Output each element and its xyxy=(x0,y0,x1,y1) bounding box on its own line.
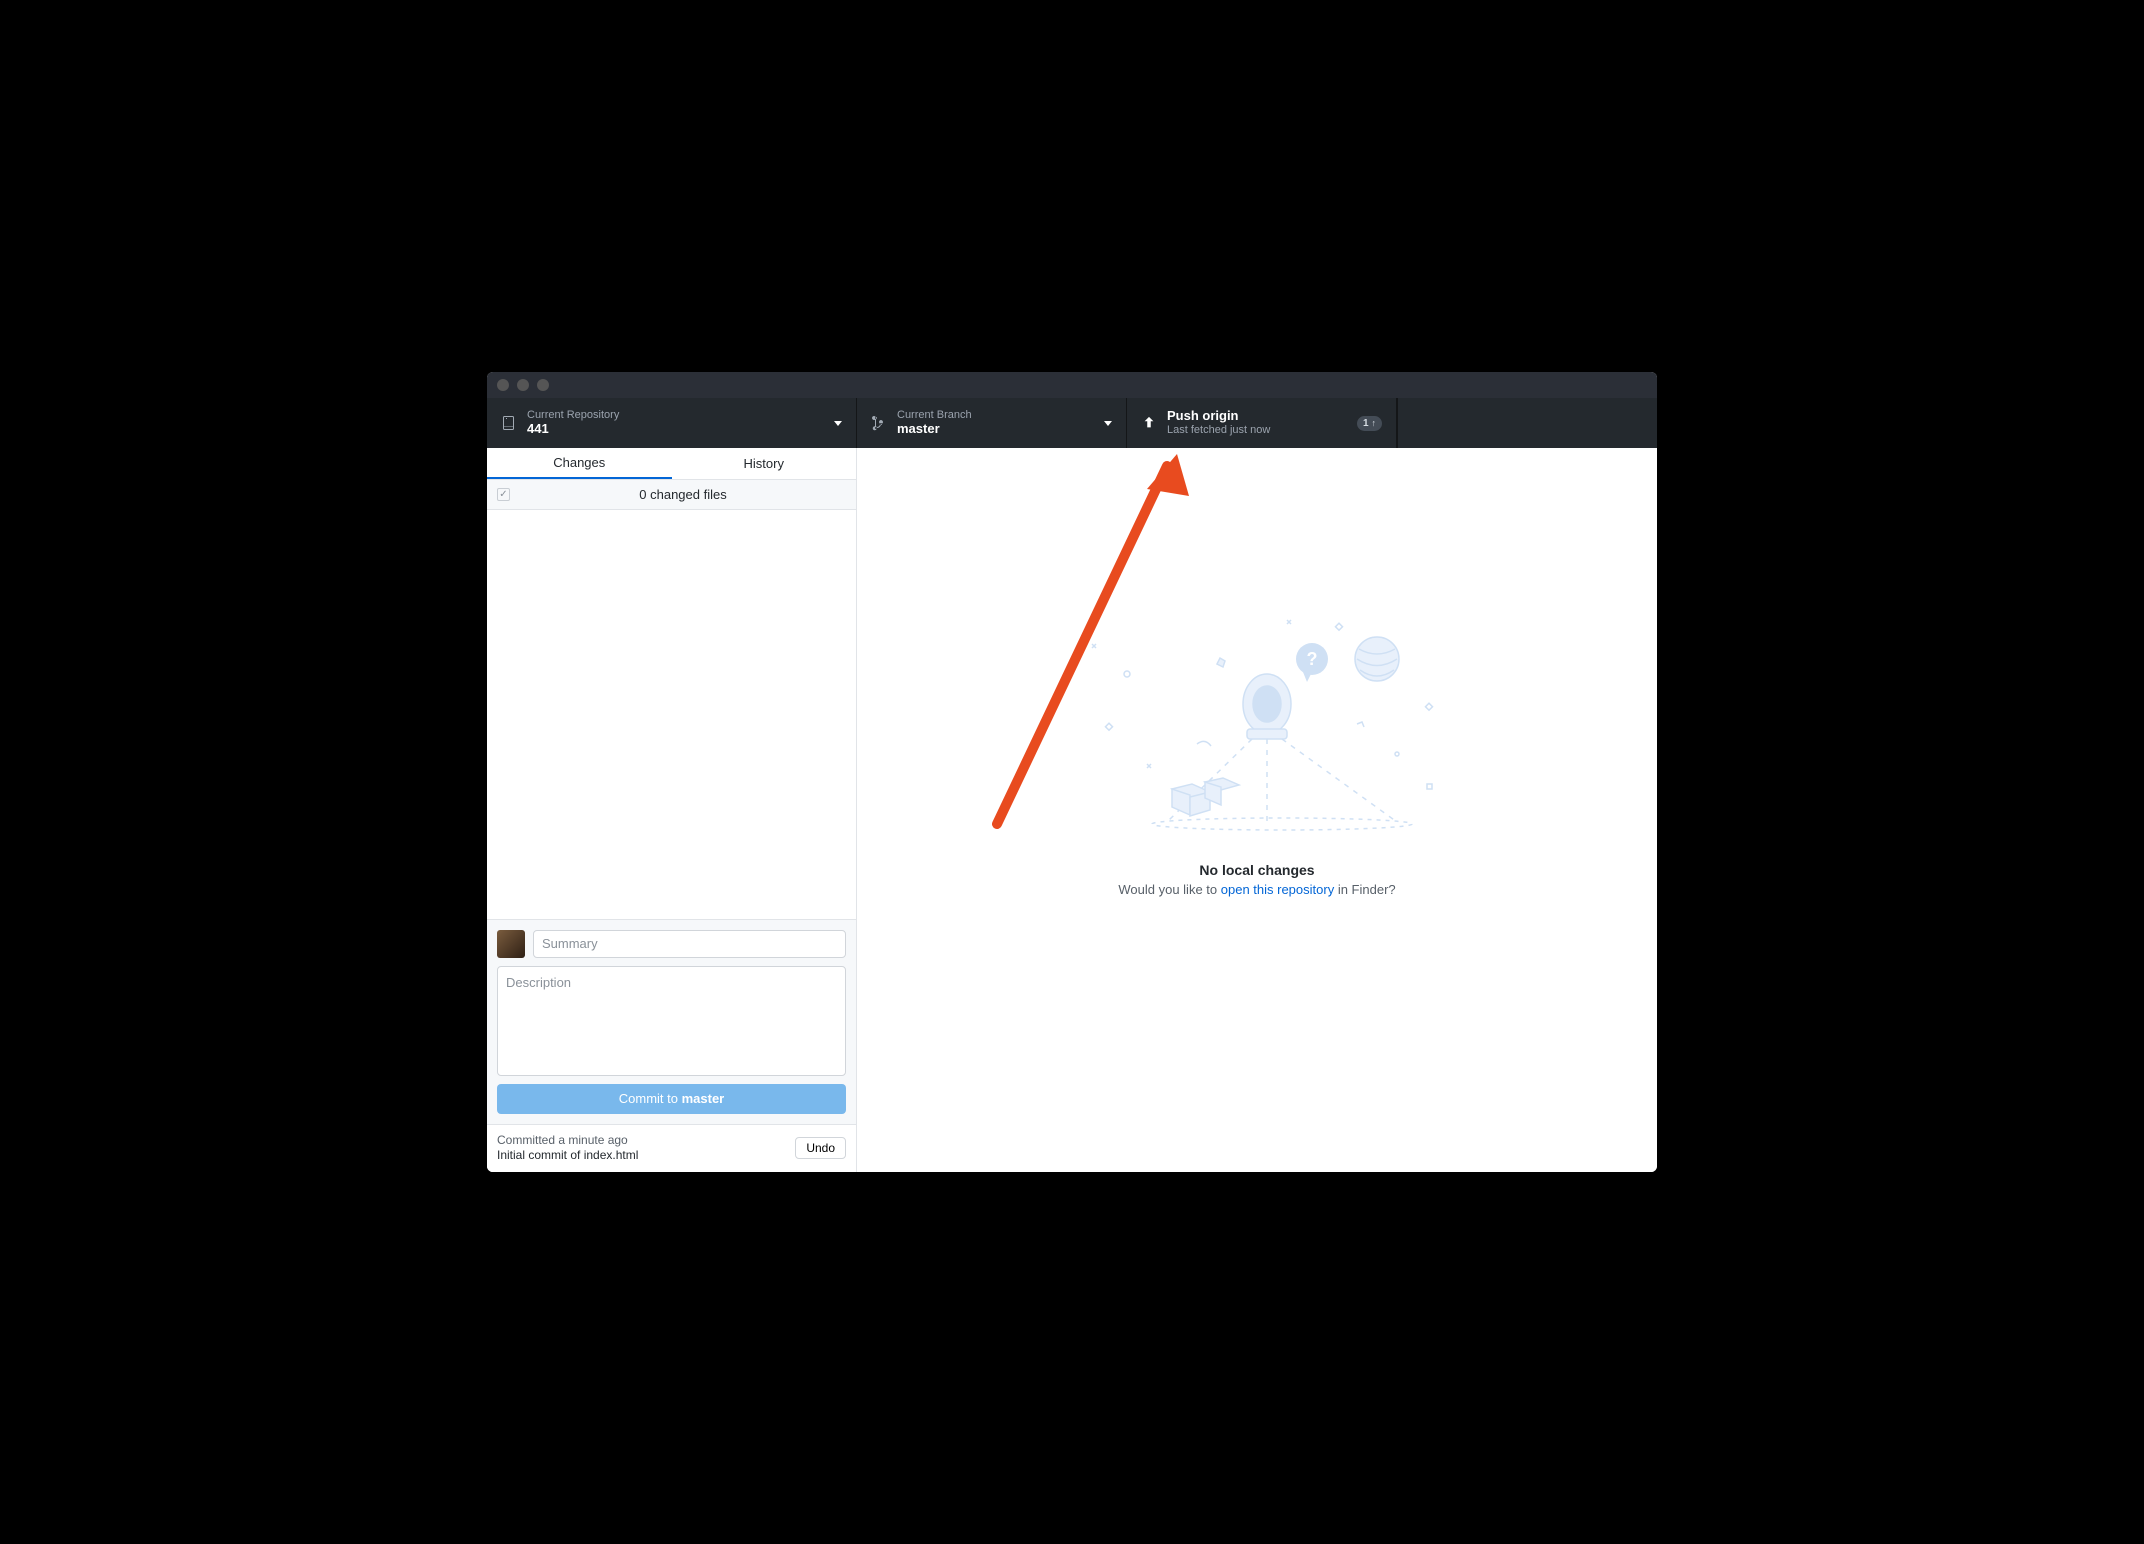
minimize-window-button[interactable] xyxy=(517,379,529,391)
push-icon xyxy=(1141,415,1157,431)
last-commit-row: Committed a minute ago Initial commit of… xyxy=(487,1124,856,1172)
repo-icon xyxy=(501,415,517,431)
git-branch-icon xyxy=(871,415,887,431)
toolbar: Current Repository 441 Current Branch ma… xyxy=(487,398,1657,448)
changed-files-count: 0 changed files xyxy=(520,487,846,502)
commit-summary-input[interactable] xyxy=(533,930,846,958)
tab-changes-label: Changes xyxy=(553,455,605,470)
toolbar-spacer xyxy=(1397,398,1657,448)
sidebar: Changes History ✓ 0 changed files Commit xyxy=(487,448,857,1172)
commit-form: Commit to master xyxy=(487,919,856,1124)
window-titlebar xyxy=(487,372,1657,398)
current-repository-button[interactable]: Current Repository 441 xyxy=(487,398,857,448)
push-origin-button[interactable]: Push origin Last fetched just now 1 ↑ xyxy=(1127,398,1397,448)
last-commit-time: Committed a minute ago xyxy=(497,1133,638,1149)
app-body: Changes History ✓ 0 changed files Commit xyxy=(487,448,1657,1172)
push-count-badge: 1 ↑ xyxy=(1357,416,1382,431)
chevron-down-icon xyxy=(1104,421,1112,426)
tab-history[interactable]: History xyxy=(672,448,857,479)
commit-button[interactable]: Commit to master xyxy=(497,1084,846,1114)
main-panel: ? xyxy=(857,448,1657,1172)
close-window-button[interactable] xyxy=(497,379,509,391)
push-count: 1 xyxy=(1363,418,1369,429)
commit-description-input[interactable] xyxy=(497,966,846,1076)
push-subtitle: Last fetched just now xyxy=(1167,424,1357,437)
last-commit-message: Initial commit of index.html xyxy=(497,1148,638,1164)
empty-state-title: No local changes xyxy=(1199,862,1314,878)
branch-value: master xyxy=(897,422,1096,437)
empty-state-illustration: ? xyxy=(1077,604,1437,834)
empty-sub-prefix: Would you like to xyxy=(1118,882,1220,897)
zoom-window-button[interactable] xyxy=(537,379,549,391)
changes-list xyxy=(487,510,856,919)
repo-value: 441 xyxy=(527,422,826,437)
empty-sub-suffix: in Finder? xyxy=(1334,882,1395,897)
sidebar-tabs: Changes History xyxy=(487,448,856,480)
push-title: Push origin xyxy=(1167,409,1357,424)
select-all-checkbox[interactable]: ✓ xyxy=(497,488,510,501)
tab-changes[interactable]: Changes xyxy=(487,448,672,479)
commit-button-branch: master xyxy=(682,1091,725,1106)
undo-commit-button[interactable]: Undo xyxy=(795,1137,846,1159)
changes-header: ✓ 0 changed files xyxy=(487,480,856,510)
chevron-down-icon xyxy=(834,421,842,426)
empty-state-subtitle: Would you like to open this repository i… xyxy=(1118,882,1395,897)
avatar xyxy=(497,930,525,958)
commit-button-prefix: Commit to xyxy=(619,1091,682,1106)
arrow-up-icon: ↑ xyxy=(1372,418,1377,428)
current-branch-button[interactable]: Current Branch master xyxy=(857,398,1127,448)
app-window: Current Repository 441 Current Branch ma… xyxy=(487,372,1657,1172)
branch-label: Current Branch xyxy=(897,409,1096,422)
tab-history-label: History xyxy=(744,456,784,471)
open-in-finder-link[interactable]: open this repository xyxy=(1221,882,1334,897)
repo-label: Current Repository xyxy=(527,409,826,422)
svg-text:?: ? xyxy=(1307,649,1318,669)
